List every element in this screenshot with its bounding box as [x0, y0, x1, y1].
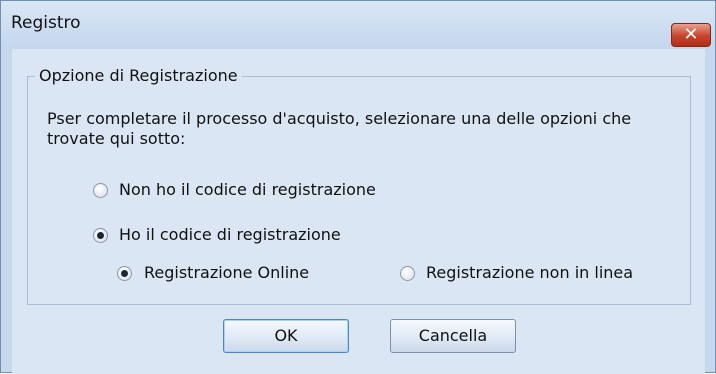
- cancel-button[interactable]: Cancella: [390, 319, 516, 353]
- radio-offline-label[interactable]: Registrazione non in linea: [426, 263, 633, 282]
- title-bar: Registro ✕: [1, 1, 715, 49]
- radio-have-code[interactable]: [93, 228, 108, 243]
- close-button[interactable]: ✕: [671, 23, 711, 47]
- instruction-text: Pser completare il processo d'acquisto, …: [47, 109, 632, 148]
- radio-offline[interactable]: [400, 266, 415, 281]
- radio-have-code-label[interactable]: Ho il codice di registrazione: [119, 225, 341, 244]
- group-legend: Opzione di Registrazione: [35, 66, 242, 85]
- radio-no-code[interactable]: [93, 183, 108, 198]
- radio-online[interactable]: [117, 266, 132, 281]
- radio-online-label[interactable]: Registrazione Online: [144, 263, 309, 282]
- ok-button[interactable]: OK: [223, 319, 349, 353]
- radio-no-code-label[interactable]: Non ho il codice di registrazione: [119, 180, 376, 199]
- window-title: Registro: [11, 13, 81, 33]
- close-icon: ✕: [683, 24, 699, 45]
